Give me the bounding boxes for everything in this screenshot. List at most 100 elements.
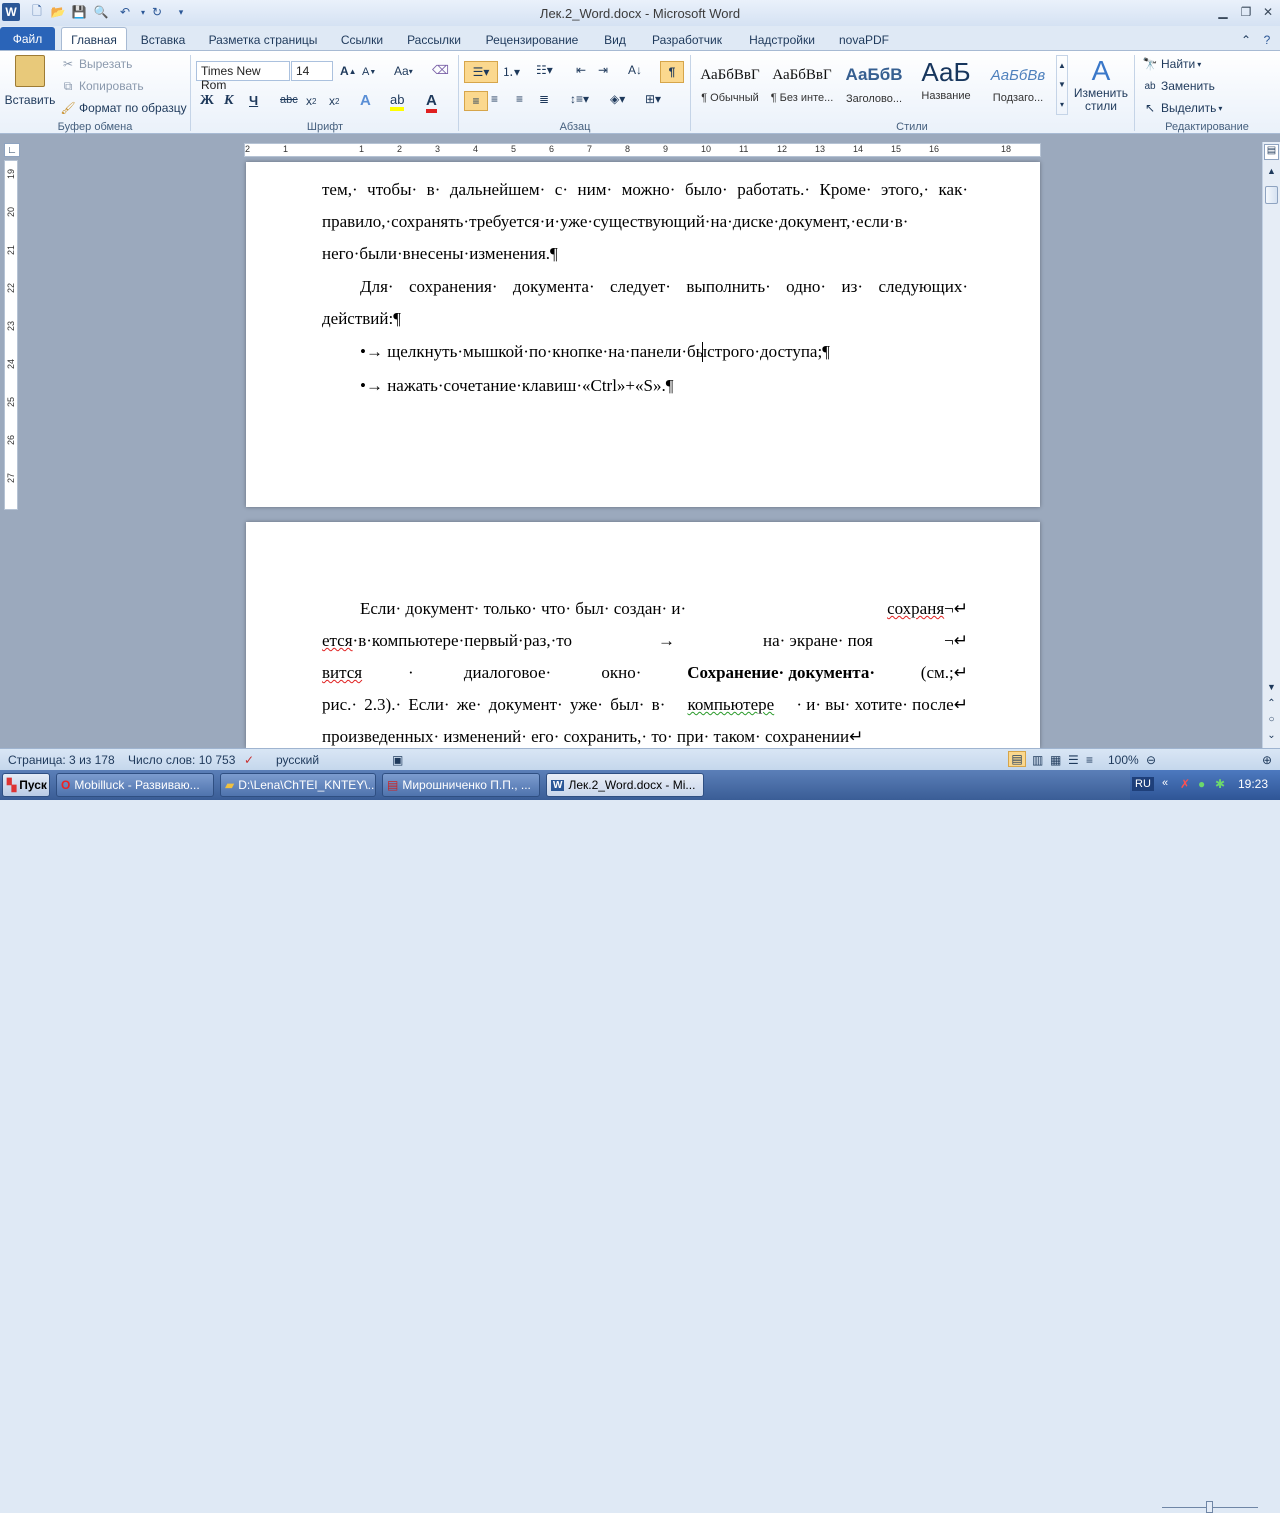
draft-icon[interactable]: ≡ bbox=[1086, 753, 1093, 767]
taskbar-item-folder[interactable]: ▰ D:\Lena\ChTEI_KNTEY\... bbox=[220, 773, 376, 797]
multilevel-list-icon[interactable]: ☷▾ bbox=[536, 63, 553, 77]
tab-selector-icon[interactable]: ∟ bbox=[4, 143, 20, 157]
copy-button[interactable]: ⧉ Копировать bbox=[60, 78, 144, 94]
scroll-down-icon[interactable]: ▼ bbox=[1266, 682, 1277, 692]
view-ruler-icon[interactable]: ▤ bbox=[1264, 144, 1279, 160]
format-painter-button[interactable]: 🖌 Формат по образцу bbox=[60, 100, 186, 116]
tab-addins[interactable]: Надстройки bbox=[740, 30, 824, 50]
align-center-icon[interactable]: ≡ bbox=[491, 92, 498, 106]
ruler-tick-label: 1 bbox=[283, 144, 289, 154]
align-left-icon[interactable]: ≡ bbox=[464, 91, 488, 111]
taskbar-item-pdf[interactable]: ▤ Мирошниченко П.П., ... bbox=[382, 773, 540, 797]
bold-button[interactable]: Ж bbox=[200, 93, 214, 109]
style-no-spacing[interactable]: АаБбВвГ ¶ Без инте... bbox=[766, 57, 838, 115]
superscript-icon[interactable]: x2 bbox=[329, 94, 339, 108]
italic-button[interactable]: К bbox=[224, 93, 234, 109]
ribbon-tabs: Файл Главная Вставка Разметка страницы С… bbox=[0, 26, 1280, 51]
increase-indent-icon[interactable]: ⇥ bbox=[598, 63, 608, 77]
spelling-check-icon[interactable]: ✓ bbox=[244, 753, 254, 767]
subscript-icon[interactable]: x2 bbox=[306, 94, 316, 108]
numbering-icon[interactable]: ⒈▾ bbox=[502, 63, 520, 80]
print-layout-icon[interactable]: ▤ bbox=[1008, 751, 1026, 767]
vertical-scrollbar[interactable]: ▤ ▲ ▼ ⌃ ○ ⌄ bbox=[1262, 142, 1280, 748]
replace-button[interactable]: ab Заменить bbox=[1142, 78, 1215, 94]
restore-icon[interactable]: ❐ bbox=[1236, 4, 1256, 20]
start-button[interactable]: ▚ Пуск bbox=[2, 773, 50, 797]
tab-insert[interactable]: Вставка bbox=[134, 30, 192, 50]
help-icon[interactable]: ? bbox=[1258, 30, 1276, 50]
network-icon[interactable]: ✗ bbox=[1180, 777, 1190, 791]
scroll-thumb[interactable] bbox=[1265, 186, 1278, 204]
zoom-slider-thumb[interactable] bbox=[1206, 1501, 1213, 1513]
cut-button[interactable]: ✂ Вырезать bbox=[60, 56, 132, 72]
word-count[interactable]: Число слов: 10 753 bbox=[128, 753, 235, 767]
tab-view[interactable]: Вид bbox=[596, 30, 634, 50]
ruler-tick-label: 23 bbox=[6, 320, 17, 332]
taskbar-item-opera[interactable]: O Mobilluck - Развиваю... bbox=[56, 773, 214, 797]
grow-font-icon[interactable]: A ▲ bbox=[340, 64, 357, 78]
styles-scroll[interactable]: ▲ ▼ ▾ bbox=[1056, 55, 1068, 115]
settings-tray-icon[interactable]: ✱ bbox=[1215, 777, 1225, 791]
shrink-font-icon[interactable]: A ▼ bbox=[362, 66, 376, 78]
style-normal[interactable]: АаБбВвГ ¶ Обычный bbox=[694, 57, 766, 115]
decrease-indent-icon[interactable]: ⇤ bbox=[576, 63, 586, 77]
macro-record-icon[interactable]: ▣ bbox=[392, 753, 403, 767]
highlight-icon[interactable]: ab bbox=[390, 92, 405, 111]
justify-icon[interactable]: ≣ bbox=[539, 92, 549, 106]
style-title[interactable]: АаБ Название bbox=[910, 57, 982, 115]
bullets-button[interactable]: ☰▾ bbox=[464, 61, 498, 83]
tab-developer[interactable]: Разработчик bbox=[642, 30, 732, 50]
previous-page-icon[interactable]: ⌃ bbox=[1266, 698, 1277, 710]
tray-chevron-icon[interactable]: « bbox=[1162, 777, 1168, 789]
tab-review[interactable]: Рецензирование bbox=[476, 30, 588, 50]
tab-page-layout[interactable]: Разметка страницы bbox=[200, 30, 326, 50]
strikethrough-button[interactable]: abc bbox=[280, 94, 298, 106]
keyboard-language[interactable]: RU bbox=[1132, 777, 1154, 791]
next-page-icon[interactable]: ⌄ bbox=[1266, 730, 1277, 742]
minimize-ribbon-icon[interactable]: ⌃ bbox=[1238, 30, 1254, 50]
zoom-in-icon[interactable]: ⊕ bbox=[1262, 753, 1272, 767]
browse-object-icon[interactable]: ○ bbox=[1266, 714, 1277, 726]
line-spacing-icon[interactable]: ↕≡▾ bbox=[570, 92, 589, 106]
zoom-out-icon[interactable]: ⊖ bbox=[1146, 753, 1156, 767]
full-screen-reading-icon[interactable]: ▥ bbox=[1032, 753, 1043, 767]
clock[interactable]: 19:23 bbox=[1238, 777, 1268, 791]
clear-formatting-icon[interactable]: ⌫ bbox=[432, 63, 449, 77]
borders-icon[interactable]: ⊞▾ bbox=[645, 92, 661, 106]
outline-icon[interactable]: ☰ bbox=[1068, 753, 1079, 767]
change-case-button[interactable]: Aa ▾ bbox=[394, 64, 413, 78]
font-size-select[interactable]: 14 bbox=[291, 61, 333, 81]
tab-novapdf[interactable]: novaPDF bbox=[832, 30, 896, 50]
change-styles-button[interactable]: A Изменить стили bbox=[1072, 55, 1130, 113]
style-heading-1[interactable]: АаБбВ Заголово... bbox=[838, 57, 910, 115]
tab-references[interactable]: Ссылки bbox=[333, 30, 391, 50]
antivirus-icon[interactable]: ● bbox=[1198, 777, 1205, 791]
page-count[interactable]: Страница: 3 из 178 bbox=[8, 753, 115, 767]
show-formatting-button[interactable]: ¶ bbox=[660, 61, 684, 83]
scroll-up-icon[interactable]: ▲ bbox=[1266, 166, 1277, 176]
zoom-level[interactable]: 100% bbox=[1108, 753, 1139, 767]
horizontal-ruler[interactable]: 2 1 1 2 3 4 5 6 7 8 9 10 11 12 13 14 15 16 18 bbox=[244, 143, 1041, 157]
tab-file[interactable]: Файл bbox=[0, 27, 55, 50]
web-layout-icon[interactable]: ▦ bbox=[1050, 753, 1061, 767]
language-indicator[interactable]: русский bbox=[276, 753, 319, 767]
replace-icon: ab bbox=[1144, 80, 1156, 92]
find-button[interactable]: 🔭 Найти ▾ bbox=[1142, 56, 1202, 72]
minimize-icon[interactable]: ▁ bbox=[1213, 4, 1233, 20]
close-icon[interactable]: ✕ bbox=[1258, 4, 1278, 20]
select-button[interactable]: ↖ Выделить ▾ bbox=[1142, 100, 1222, 116]
vertical-ruler[interactable]: 19 20 21 22 23 24 25 26 27 bbox=[4, 160, 18, 510]
font-name-select[interactable]: Times New Rom bbox=[196, 61, 290, 92]
style-subtitle[interactable]: АаБбВв Подзаго... bbox=[982, 57, 1054, 115]
taskbar-item-word[interactable]: W Лек.2_Word.docx - Mi... bbox=[546, 773, 704, 797]
tab-home[interactable]: Главная bbox=[61, 27, 127, 51]
align-right-icon[interactable]: ≡ bbox=[516, 92, 523, 106]
text-effects-icon[interactable]: A bbox=[360, 92, 371, 109]
tab-mailings[interactable]: Рассылки bbox=[400, 30, 468, 50]
shading-icon[interactable]: ◈▾ bbox=[610, 92, 625, 106]
paste-button[interactable]: Вставить bbox=[5, 53, 55, 117]
font-color-icon[interactable]: A bbox=[426, 92, 437, 113]
sort-icon[interactable]: А↓ bbox=[628, 63, 642, 77]
underline-button[interactable]: Ч bbox=[249, 93, 258, 108]
ruler-tick-label: 15 bbox=[891, 144, 902, 154]
